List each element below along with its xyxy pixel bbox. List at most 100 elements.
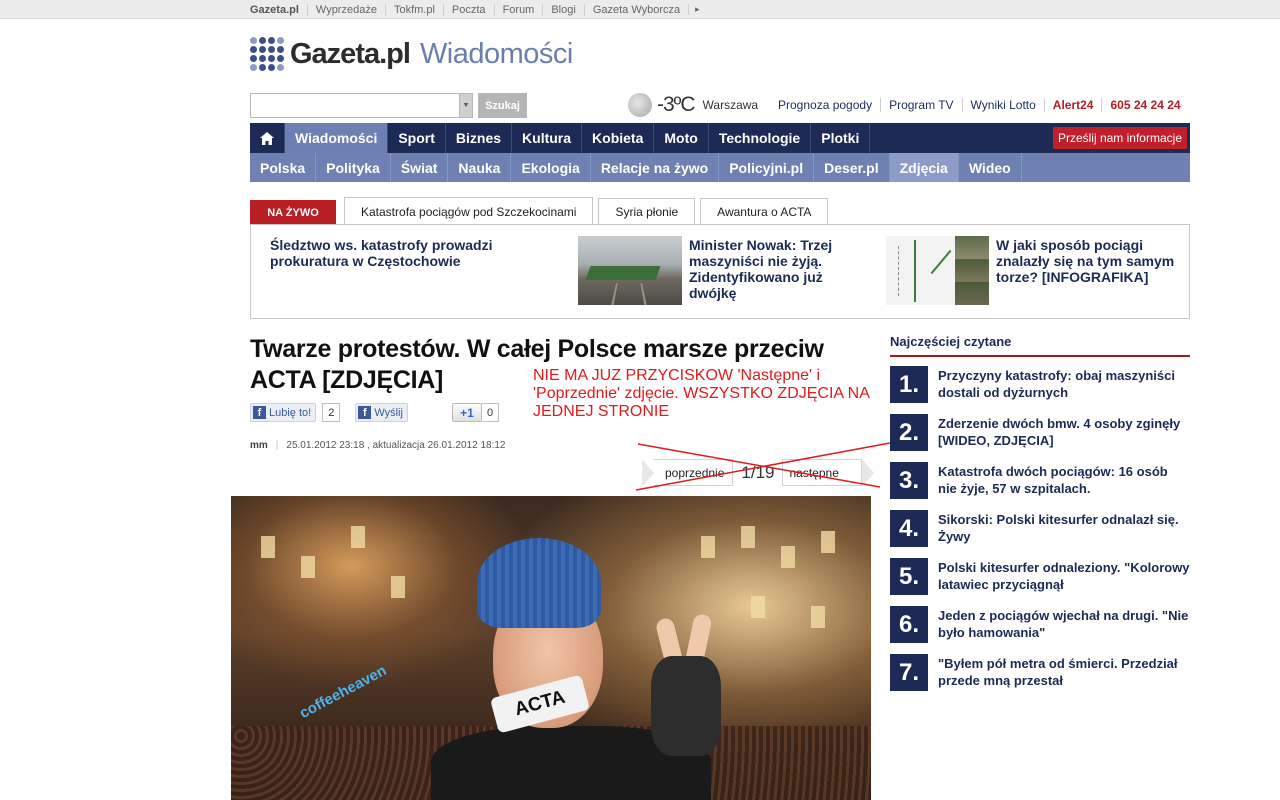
rank-title[interactable]: Zderzenie dwóch bmw. 4 osoby zginęły [WI… <box>938 415 1190 449</box>
logo-section: Wiadomości <box>419 37 573 70</box>
rank-title[interactable]: Przyczyny katastrofy: obaj maszyniści do… <box>938 367 1190 401</box>
weather-widget[interactable]: -3ºC Warszawa <box>628 91 758 119</box>
article-author: mm <box>250 440 268 451</box>
home-icon[interactable] <box>250 123 285 153</box>
fb-send-button[interactable]: f Wyślij <box>355 403 408 422</box>
live-news-item[interactable]: Śledztwo ws. katastrofy prowadzi prokura… <box>270 237 520 269</box>
article-byline: mm | 25.01.2012 23:18 , aktualizacja 26.01… <box>250 440 506 451</box>
live-tabs: NA ŻYWO Katastrofa pociągów pod Szczekoc… <box>250 197 833 225</box>
subnav-zdjecia[interactable]: Zdjęcia <box>889 153 959 182</box>
subnav-policyjni[interactable]: Policyjni.pl <box>719 153 815 182</box>
subnav-polityka[interactable]: Polityka <box>316 153 391 182</box>
photo-position: 1/19 <box>741 462 775 482</box>
rank-number: 7. <box>890 654 928 691</box>
prev-photo-button[interactable]: poprzednie <box>642 459 734 487</box>
rank-number: 5. <box>890 558 928 595</box>
rank-title[interactable]: "Byłem pół metra od śmierci. Przedział p… <box>938 655 1190 689</box>
nav-technologie[interactable]: Technologie <box>709 123 812 153</box>
live-news-box: Śledztwo ws. katastrofy prowadzi prokura… <box>250 224 1190 319</box>
weather-moon-icon <box>628 93 652 117</box>
most-read-item[interactable]: 5. Polski kitesurfer odnaleziony. "Kolor… <box>890 558 1190 596</box>
toplink-forum[interactable]: Forum <box>493 3 543 16</box>
fb-like-label: Lubię to! <box>269 406 312 419</box>
subnav-deser[interactable]: Deser.pl <box>814 153 890 182</box>
rank-number: 3. <box>890 462 928 499</box>
article-date: 25.01.2012 23:18 , aktualizacja 26.01.20… <box>286 440 506 451</box>
rank-title[interactable]: Katastrofa dwóch pociągów: 16 osób nie ż… <box>938 463 1190 497</box>
nav-kobieta[interactable]: Kobieta <box>582 123 655 153</box>
search-input[interactable] <box>250 93 460 118</box>
link-lotto[interactable]: Wyniki Lotto <box>961 98 1044 112</box>
send-info-button[interactable]: Prześlij nam informacje <box>1052 127 1187 149</box>
subnav-polska[interactable]: Polska <box>250 153 317 182</box>
search-button[interactable]: Szukaj <box>478 93 527 118</box>
subnav-swiat[interactable]: Świat <box>391 153 449 182</box>
toplink-gazeta[interactable]: Gazeta.pl <box>250 4 307 16</box>
fb-like-button[interactable]: f Lubię to! <box>250 403 317 422</box>
rank-title[interactable]: Jeden z pociągów wjechał na drugi. "Nie … <box>938 607 1190 641</box>
search-dropdown-icon[interactable]: ▼ <box>460 93 473 118</box>
main-nav: Wiadomości Sport Biznes Kultura Kobieta … <box>250 123 1190 153</box>
nav-kultura[interactable]: Kultura <box>512 123 583 153</box>
most-read-item[interactable]: 7. "Byłem pół metra od śmierci. Przedzia… <box>890 654 1190 692</box>
facebook-icon: f <box>358 406 372 419</box>
logo-dots-icon <box>250 37 284 71</box>
article-photo[interactable]: coffeeheaven ACTA <box>231 496 871 800</box>
gallery-pager: poprzednie 1/19 następne <box>642 459 875 487</box>
most-read-title: Najczęściej czytane <box>890 334 1190 357</box>
subnav-ekologia[interactable]: Ekologia <box>511 153 591 182</box>
most-read-item[interactable]: 6. Jeden z pociągów wjechał na drugi. "N… <box>890 606 1190 644</box>
subnav-relacje[interactable]: Relacje na żywo <box>591 153 720 182</box>
link-alert24[interactable]: Alert24 <box>1043 98 1102 112</box>
gplus-button[interactable]: +1 <box>451 403 482 422</box>
site-logo[interactable]: Gazeta.pl Wiadomości <box>250 36 573 72</box>
most-read-item[interactable]: 4. Sikorski: Polski kitesurfer odnalazł … <box>890 510 1190 548</box>
news-thumbnail[interactable] <box>578 236 682 305</box>
live-news-item[interactable]: Minister Nowak: Trzej maszyniści nie żyj… <box>689 237 849 301</box>
logo-brand: Gazeta.pl <box>290 37 411 70</box>
rank-number: 2. <box>890 414 928 451</box>
most-read-item[interactable]: 1. Przyczyny katastrofy: obaj maszyniści… <box>890 366 1190 404</box>
nav-moto[interactable]: Moto <box>654 123 709 153</box>
rank-number: 6. <box>890 606 928 643</box>
live-news-item[interactable]: W jaki sposób pociągi znalazły się na ty… <box>996 237 1186 285</box>
most-read-item[interactable]: 3. Katastrofa dwóch pociągów: 16 osób ni… <box>890 462 1190 500</box>
rank-title[interactable]: Sikorski: Polski kitesurfer odnalazł się… <box>938 511 1190 545</box>
toplink-tokfm[interactable]: Tokfm.pl <box>384 3 443 16</box>
sub-nav: Polska Polityka Świat Nauka Ekologia Rel… <box>250 153 1190 182</box>
toplink-blogi[interactable]: Blogi <box>542 3 583 16</box>
tab-acta[interactable]: Awantura o ACTA <box>700 198 829 225</box>
rank-number: 1. <box>890 366 928 403</box>
nav-wiadomosci[interactable]: Wiadomości <box>285 123 389 153</box>
nav-biznes[interactable]: Biznes <box>446 123 513 153</box>
subnav-nauka[interactable]: Nauka <box>448 153 512 182</box>
toplink-wyborcza[interactable]: Gazeta Wyborcza <box>583 3 688 16</box>
live-label: NA ŻYWO <box>250 200 336 225</box>
tab-katastrofa[interactable]: Katastrofa pociągów pod Szczekocinami <box>344 197 594 225</box>
facebook-icon: f <box>253 406 266 419</box>
subnav-wideo[interactable]: Wideo <box>959 153 1022 182</box>
social-buttons: f Lubię to! 2 f Wyślij +1 0 <box>250 403 500 422</box>
tab-syria[interactable]: Syria płonie <box>598 198 696 225</box>
toplink-poczta[interactable]: Poczta <box>442 3 494 16</box>
alert-phone[interactable]: 605 24 24 24 <box>1101 98 1188 112</box>
gplus-count: 0 <box>481 403 500 422</box>
more-arrow-icon[interactable]: ▸ <box>688 4 706 15</box>
red-annotation: NIE MA JUZ PRZYCISKOW 'Następne' i 'Popr… <box>533 367 869 420</box>
weather-temp: -3ºC <box>657 93 696 116</box>
fb-like-count: 2 <box>322 403 341 422</box>
link-prognoza[interactable]: Prognoza pogody <box>770 98 880 112</box>
link-program-tv[interactable]: Program TV <box>880 98 961 112</box>
weather-city: Warszawa <box>702 98 759 112</box>
rank-title[interactable]: Polski kitesurfer odnaleziony. "Kolorowy… <box>938 559 1190 593</box>
top-links-bar: Gazeta.pl Wyprzedaże Tokfm.pl Poczta For… <box>0 0 1280 19</box>
most-read-item[interactable]: 2. Zderzenie dwóch bmw. 4 osoby zginęły … <box>890 414 1190 452</box>
toplink-wyprzedaze[interactable]: Wyprzedaże <box>306 3 385 16</box>
nav-plotki[interactable]: Plotki <box>811 123 871 153</box>
nav-sport[interactable]: Sport <box>388 123 446 153</box>
rank-number: 4. <box>890 510 928 547</box>
fb-send-label: Wyślij <box>374 406 403 419</box>
service-links: Prognoza pogody Program TV Wyniki Lotto … <box>770 98 1189 112</box>
next-photo-button[interactable]: następne <box>782 459 875 487</box>
infographic-thumbnail[interactable] <box>886 236 989 305</box>
